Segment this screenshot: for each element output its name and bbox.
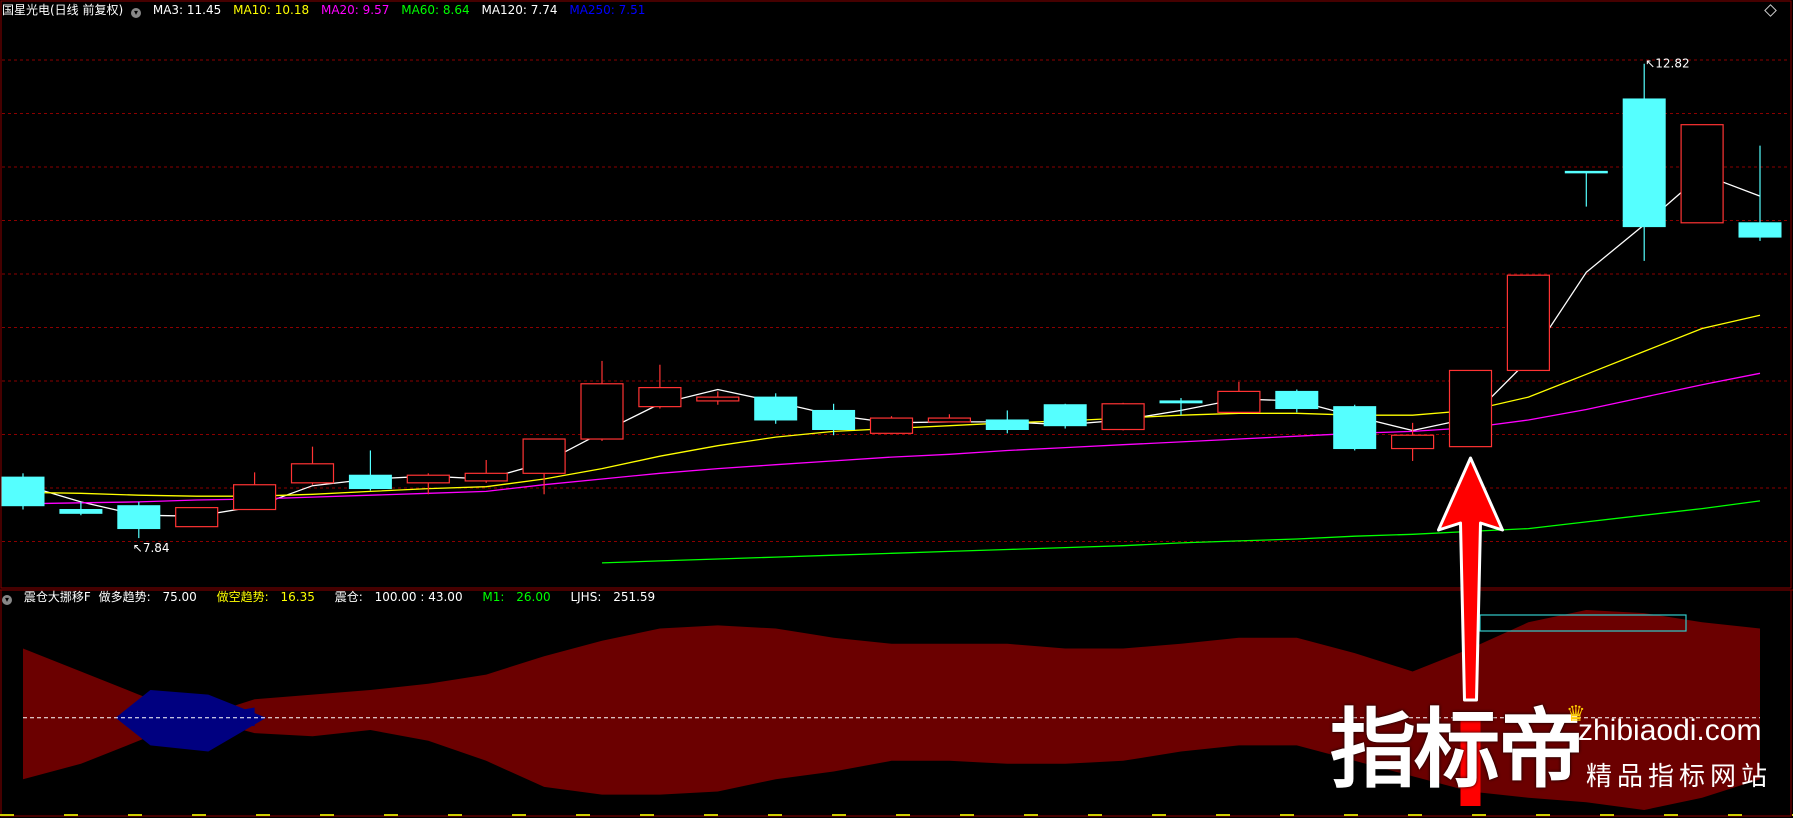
candle-body xyxy=(1564,170,1608,174)
candle[interactable] xyxy=(1101,402,1145,431)
ma-line-ma60 xyxy=(601,500,1761,564)
candle-body xyxy=(1159,400,1203,404)
ma-line-ma20 xyxy=(22,372,1761,505)
candle-body xyxy=(927,417,972,423)
candle[interactable] xyxy=(406,473,450,495)
candle[interactable] xyxy=(464,459,508,483)
brand-name: 指标帝 xyxy=(1330,700,1584,800)
candle[interactable] xyxy=(985,410,1029,434)
candle-body xyxy=(1390,434,1435,450)
candle[interactable] xyxy=(638,364,682,409)
brand-url: zhibiaodi.com xyxy=(1578,714,1762,747)
candle-body xyxy=(1680,124,1724,224)
high-price-label: ↖12.82 xyxy=(1645,57,1689,71)
candle-body xyxy=(580,383,624,440)
candle-body xyxy=(869,417,914,434)
candle[interactable] xyxy=(175,507,219,528)
candle-body xyxy=(290,463,335,484)
candle-body xyxy=(117,505,161,530)
candle[interactable] xyxy=(290,446,335,485)
ma-line-ma3 xyxy=(22,173,1761,517)
candle[interactable] xyxy=(233,472,277,511)
watermark-logo: 指标帝 ♛ zhibiaodi.com 精品指标网站 xyxy=(1330,700,1790,800)
candle[interactable] xyxy=(1564,170,1608,207)
candle[interactable] xyxy=(1622,63,1666,261)
candle-body xyxy=(1333,406,1377,450)
low-price-label: ↖7.84 xyxy=(133,541,170,555)
candle[interactable] xyxy=(1506,274,1551,372)
candle[interactable] xyxy=(869,416,914,434)
brand-slogan: 精品指标网站 xyxy=(1586,762,1773,792)
candle-body xyxy=(348,474,392,490)
candle[interactable] xyxy=(1390,422,1435,461)
candle-body xyxy=(638,386,682,408)
candle[interactable] xyxy=(1448,369,1493,448)
candle[interactable] xyxy=(1738,145,1782,241)
candle-body xyxy=(696,396,740,402)
candle-body xyxy=(1506,274,1551,372)
candle-body xyxy=(233,484,277,511)
candle-body xyxy=(1043,404,1087,427)
candle-body xyxy=(812,409,856,430)
candle[interactable] xyxy=(117,501,161,539)
candle[interactable] xyxy=(754,393,798,424)
candle[interactable] xyxy=(1275,389,1319,413)
candle[interactable] xyxy=(348,450,392,491)
stock-chart[interactable]: ↖12.82↖7.84≋ xyxy=(0,0,1793,818)
ma-line-ma10 xyxy=(22,314,1761,497)
candle[interactable] xyxy=(59,501,103,516)
candle-body xyxy=(1217,390,1261,413)
candle-body xyxy=(59,509,103,514)
candle-body xyxy=(754,396,798,421)
candle-body xyxy=(175,507,219,528)
candle-body xyxy=(1738,222,1782,238)
candle-body xyxy=(1,476,45,507)
candle[interactable] xyxy=(1217,381,1261,413)
candle-body xyxy=(1101,403,1145,431)
candle-body xyxy=(1275,390,1319,410)
candle[interactable] xyxy=(1,473,45,510)
candle[interactable] xyxy=(580,360,624,441)
candle[interactable] xyxy=(1333,404,1377,451)
candle-body xyxy=(522,438,566,474)
candle-body xyxy=(985,419,1029,430)
candle-body xyxy=(1622,98,1666,228)
candle[interactable] xyxy=(1680,124,1724,224)
candle[interactable] xyxy=(1043,403,1087,429)
candle-body xyxy=(406,474,450,484)
candle-body xyxy=(1448,369,1493,448)
candle[interactable] xyxy=(927,414,972,423)
candle-body xyxy=(464,472,508,482)
